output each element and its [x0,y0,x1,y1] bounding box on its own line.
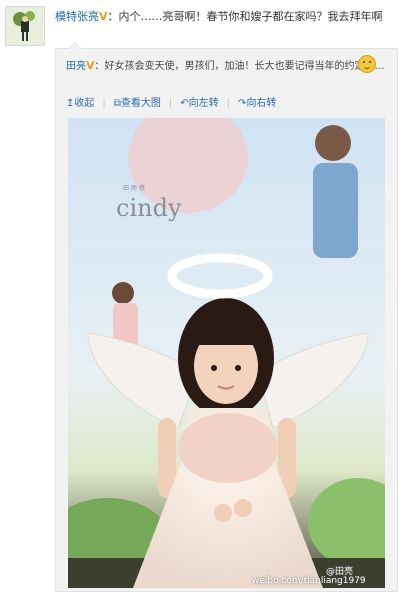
post-photo[interactable]: cindy 田 雨 橙 @田亮 weibo.com/tianliang1979 [68,118,385,588]
verified-v-icon: V [99,10,108,23]
repost-pointer [68,42,82,49]
external-link-icon: ⧉ [113,98,121,109]
repost-content: 好女孩会变天使，男孩们，加油！长大也要记得当年的约定啊… [104,61,385,72]
collapse-label: 收起 [74,98,95,109]
backdrop-text: cindy [116,194,182,222]
rotate-left-icon: ↶ [180,98,189,109]
avatar-image [6,7,44,45]
watermark-url: weibo.com/tianliang1979 [252,576,366,586]
post-content: 内个……亮哥啊！春节你和嫂子都在家吗？我去拜年啊 [118,10,383,23]
repost-separator: ： [94,61,105,72]
post-text: 模特张亮V：内个……亮哥啊！春节你和嫂子都在家吗？我去拜年啊 [55,9,395,25]
backdrop-small-text: 田 雨 橙 [123,184,145,192]
rotate-left-label: 向左转 [188,98,219,109]
author-avatar[interactable] [5,6,45,46]
toolbar-divider: | [226,98,231,109]
repost-author-link[interactable]: 田亮 [66,61,86,72]
rotate-right-button[interactable]: ↷向右转 [238,94,276,109]
collapse-button[interactable]: ↥收起 [66,94,94,109]
verified-v-icon: V [86,59,95,72]
repost-box: 田亮V：好女孩会变天使，男孩们，加油！长大也要记得当年的约定啊… ↥收起 | ⧉查看… [55,42,398,592]
post-author-link[interactable]: 模特张亮 [55,10,99,23]
photo-image: cindy 田 雨 橙 [68,118,385,588]
repost-text: 田亮V：好女孩会变天使，男孩们，加油！长大也要记得当年的约定啊… [66,59,385,74]
image-toolbar: ↥收起 | ⧉查看大图 | ↶向左转 | ↷向右转 [66,94,284,109]
toolbar-divider: | [168,98,173,109]
post-separator: ： [107,10,119,23]
shy-smile-emoji-icon [358,55,376,73]
view-large-label: 查看大图 [120,98,161,109]
rotate-right-label: 向右转 [246,98,277,109]
view-large-button[interactable]: ⧉查看大图 [114,94,161,109]
rotate-left-button[interactable]: ↶向左转 [180,94,218,109]
toolbar-divider: | [102,98,106,109]
